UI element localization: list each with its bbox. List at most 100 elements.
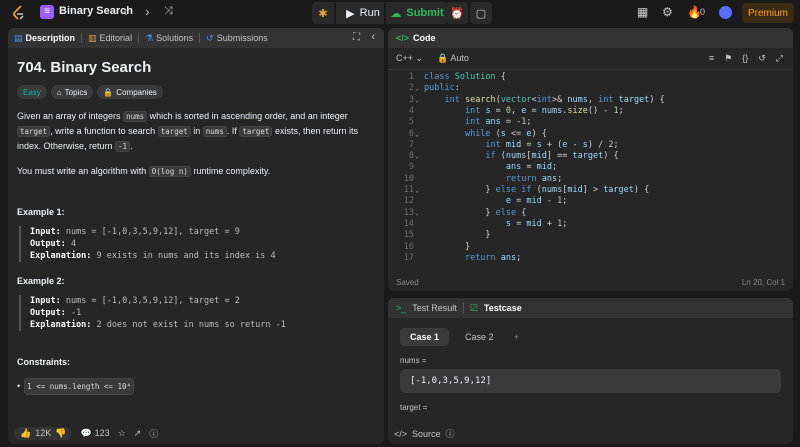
tab-test-result[interactable]: Test Result (412, 303, 457, 313)
problem-list-icon[interactable]: ≡ (40, 5, 54, 19)
case-2-tab[interactable]: Case 2 (455, 328, 504, 346)
companies-label: Companies (116, 87, 157, 97)
code-line: return ans; (464, 252, 522, 263)
fold-arrow-icon[interactable]: ⌄ (415, 95, 419, 106)
format-icon[interactable]: ≡ (709, 53, 714, 64)
inline-code: target (17, 126, 51, 137)
line-number: 4 (408, 105, 414, 116)
premium-button[interactable]: Premium (742, 3, 794, 23)
line-number: 15 (403, 230, 414, 241)
notes-button[interactable]: ▢ (470, 2, 492, 24)
label: Explanation: (30, 320, 92, 330)
code-line: while (s <= e) { (464, 128, 547, 139)
fold-arrow-icon[interactable]: ⌄ (415, 151, 419, 162)
text: , write a function to search (50, 126, 158, 136)
maximize-icon[interactable]: ⛶ (353, 32, 360, 43)
next-problem-icon[interactable]: › (145, 3, 150, 19)
description-panel: ▤ Description ▥ Editorial ⚗ Solutions ↺ Subm… (8, 28, 384, 444)
submit-button[interactable]: ☁ Submit (386, 2, 448, 24)
add-case-button[interactable]: + (510, 328, 523, 346)
code-editor-panel: </> Code C++ ⌄ 🔒 Auto ≡ ⚑ {} ↺ ⤢ 1234567… (388, 28, 793, 291)
code-icon: </> (394, 428, 408, 439)
help-icon: ⓘ (445, 429, 455, 439)
code-line: } (424, 241, 471, 252)
example-2-title: Example 2: (17, 276, 65, 286)
reset-icon[interactable]: ↺ (758, 53, 766, 64)
fold-arrow-icon[interactable]: ⌄ (415, 83, 419, 94)
line-number: 11 (403, 185, 414, 195)
inline-code: nums (123, 111, 148, 122)
star-icon[interactable]: ☆ (118, 428, 126, 439)
line-number: 1 (408, 72, 414, 82)
debug-button[interactable]: ✱ (312, 2, 334, 24)
fold-arrow-icon[interactable]: ⌄ (415, 208, 419, 219)
fold-arrow-icon[interactable]: ⌄ (415, 129, 419, 140)
difficulty-badge: Easy (17, 85, 47, 99)
line-number: 13 (403, 207, 414, 218)
source-label: Source (412, 428, 441, 439)
nums-label: nums = (400, 356, 427, 365)
tab-description[interactable]: ▤ Description (14, 33, 75, 44)
text: which is sorted in ascending order, and … (147, 111, 348, 121)
like-count: 12K (35, 428, 52, 438)
label: Output: (30, 308, 66, 318)
code-line: int s = 0, e = nums.size() - 1; (464, 105, 624, 116)
fold-arrow-icon[interactable]: ⌄ (415, 185, 419, 196)
run-button[interactable]: ▶ Run (336, 2, 384, 24)
code-line: class Solution { (424, 72, 506, 82)
example-1-box: Input: nums = [-1,0,3,5,9,12], target = … (19, 226, 375, 262)
editor-actions: ≡ ⚑ {} ↺ ⤢ (709, 53, 783, 64)
statement-paragraph: Given an array of integers nums which is… (17, 109, 375, 154)
auto-mode-toggle[interactable]: 🔒 Auto (437, 53, 469, 64)
value: 9 exists in nums and its index is 4 (96, 251, 276, 261)
timer-button[interactable]: ⏰ (446, 2, 468, 24)
language-select[interactable]: C++ ⌄ (396, 53, 423, 64)
bookmark-icon[interactable]: ⚑ (724, 53, 732, 64)
gear-icon[interactable]: ⚙ (662, 5, 673, 19)
history-icon: ↺ (206, 32, 214, 43)
source-toggle[interactable]: </> Source ⓘ (394, 427, 455, 440)
braces-icon[interactable]: {} (742, 53, 748, 64)
divider (81, 33, 83, 43)
page-title: 704. Binary Search (17, 59, 152, 76)
tab-editorial[interactable]: ▥ Editorial (88, 33, 132, 44)
code-line: } (424, 230, 491, 241)
tab-code[interactable]: Code (413, 33, 436, 43)
share-icon[interactable]: ↗ (134, 428, 142, 439)
test-tabbar: >_ Test Result ☑ Testcase (388, 298, 793, 318)
help-icon[interactable]: ⓘ (149, 427, 158, 440)
complexity-paragraph: You must write an algorithm with O(log n… (17, 164, 375, 179)
testcase-panel: >_ Test Result ☑ Testcase Case 1 Case 2 … (388, 298, 793, 444)
editor-toolbar: C++ ⌄ 🔒 Auto ≡ ⚑ {} ↺ ⤢ (388, 48, 793, 70)
tab-testcase[interactable]: Testcase (484, 303, 522, 313)
tab-editorial-label: Editorial (99, 33, 133, 43)
label: Explanation: (30, 251, 92, 261)
thumbs-down-icon[interactable]: 👎 (55, 428, 66, 439)
tag-row: Easy ⌂ Topics 🔒 Companies (17, 85, 375, 99)
code-line: s = mid + 1; (505, 218, 568, 229)
avatar[interactable] (719, 6, 732, 19)
companies-button[interactable]: 🔒 Companies (97, 85, 163, 99)
layout-grid-icon[interactable]: ▦ (637, 5, 648, 19)
leetcode-logo-icon[interactable] (12, 5, 26, 21)
tab-submissions[interactable]: ↺ Submissions (206, 33, 268, 44)
topics-button[interactable]: ⌂ Topics (50, 85, 94, 99)
topics-label: Topics (64, 87, 88, 97)
tab-solutions[interactable]: ⚗ Solutions (145, 33, 193, 44)
line-number: 8 (408, 151, 414, 162)
shuffle-icon[interactable]: ⤨ (164, 5, 173, 18)
prev-problem-icon[interactable]: ‹ (123, 3, 128, 19)
code-icon: </> (396, 33, 410, 43)
comments-button[interactable]: 💬 123 (80, 428, 109, 439)
note-icon: ▢ (475, 7, 487, 20)
value: nums = [-1,0,3,5,9,12], target = 9 (65, 227, 240, 237)
collapse-icon[interactable]: ‹ (371, 31, 375, 43)
value: nums = [-1,0,3,5,9,12], target = 2 (65, 296, 240, 306)
language-value: C++ (396, 53, 414, 63)
nums-input[interactable]: [-1,0,3,5,9,12] (400, 369, 781, 393)
problem-title-link[interactable]: Binary Search (59, 5, 133, 17)
expand-icon[interactable]: ⤢ (776, 53, 783, 64)
code-area[interactable]: 1 2 3 4 5 6 7 8 9 10 11 12 13 14 15 16 17 ⌄ ⌄ ⌄ ⌄ ⌄ ⌄ cl… (388, 72, 793, 272)
thumbs-up-icon[interactable]: 👍 (20, 428, 31, 439)
case-1-tab[interactable]: Case 1 (400, 328, 450, 346)
